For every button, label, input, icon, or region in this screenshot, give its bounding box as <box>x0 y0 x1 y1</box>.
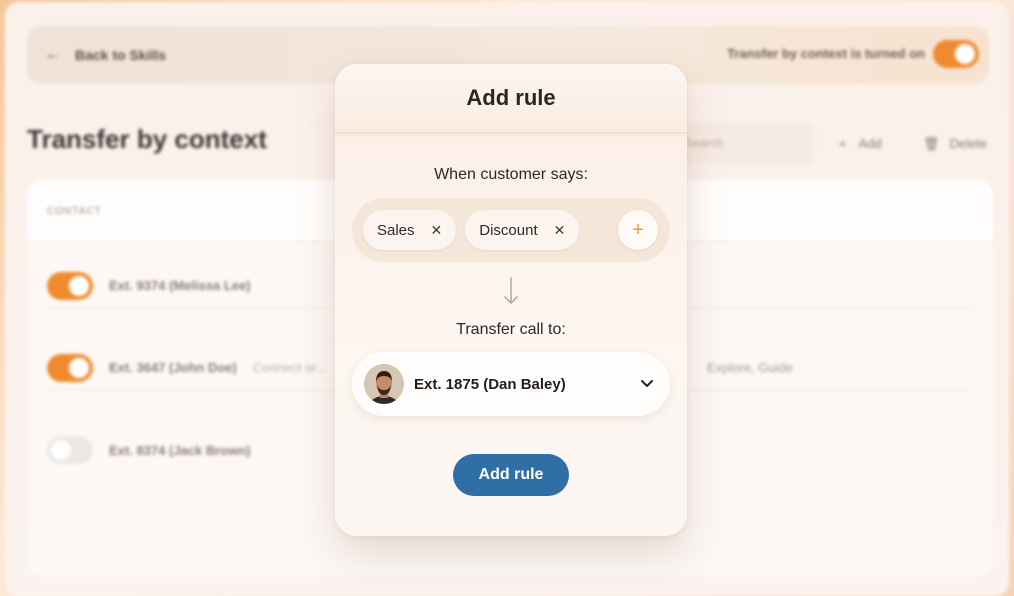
plus-icon: + <box>839 136 847 151</box>
row-keywords: Explore, Guide <box>707 360 793 375</box>
add-rule-modal: Add rule When customer says: Sales ✕ Dis… <box>335 64 687 536</box>
modal-title: Add rule <box>466 85 556 110</box>
search-input[interactable]: Search <box>665 122 815 164</box>
delete-button[interactable]: 🗑 Delete <box>923 136 987 152</box>
contact-select[interactable]: Ext. 1875 (Dan Baley) <box>352 352 670 416</box>
chevron-down-icon <box>640 376 654 394</box>
close-icon[interactable]: ✕ <box>554 222 566 239</box>
add-button[interactable]: + Add <box>839 136 882 151</box>
row-toggle[interactable] <box>47 271 93 300</box>
page-title: Transfer by context <box>27 124 267 154</box>
back-link[interactable]: ← Back to Skills <box>45 46 166 64</box>
add-keyword-button[interactable]: + <box>618 210 658 250</box>
transfer-label: Transfer call to: <box>456 321 566 338</box>
row-extra: Connect or... <box>252 360 327 375</box>
keyword-chip: Sales ✕ <box>363 210 457 250</box>
row-label: Ext. 8374 (Jack Brown) <box>109 442 251 458</box>
selected-contact: Ext. 1875 (Dan Baley) <box>414 375 566 393</box>
keyword-chips: Sales ✕ Discount ✕ + <box>352 198 670 262</box>
when-label: When customer says: <box>434 166 588 183</box>
close-icon[interactable]: ✕ <box>431 222 443 239</box>
chip-label: Discount <box>479 221 538 239</box>
toggle-status-text: Transfer by context is turned on <box>727 46 925 61</box>
feature-toggle[interactable] <box>933 40 979 73</box>
avatar <box>364 364 404 404</box>
trash-icon: 🗑 <box>923 136 940 151</box>
modal-header: Add rule <box>335 64 687 133</box>
arrow-down-icon <box>335 276 687 311</box>
plus-icon: + <box>632 218 644 241</box>
row-label: Ext. 3647 (John Doe) <box>109 360 237 375</box>
row-toggle[interactable] <box>47 353 93 382</box>
delete-label: Delete <box>949 136 988 151</box>
add-label: Add <box>858 136 882 151</box>
row-label: Ext. 9374 (Melissa Lee) <box>109 278 251 293</box>
back-label: Back to Skills <box>75 47 167 63</box>
add-rule-button[interactable]: Add rule <box>453 454 569 496</box>
keyword-chip: Discount ✕ <box>465 210 580 250</box>
arrow-left-icon: ← <box>45 46 61 63</box>
chip-label: Sales <box>377 221 415 239</box>
row-toggle[interactable] <box>47 436 93 464</box>
